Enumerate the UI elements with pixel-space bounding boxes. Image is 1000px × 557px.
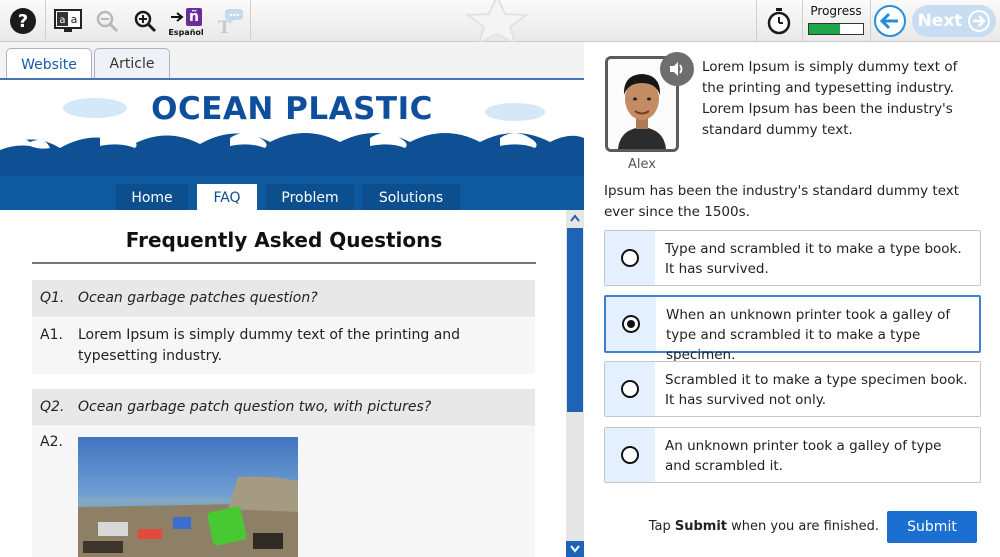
question-number: Q2.	[40, 399, 65, 415]
progress-fill	[809, 24, 841, 34]
translate-icon: ñ	[186, 7, 202, 26]
zoom-out-button[interactable]	[92, 0, 122, 41]
back-button[interactable]	[873, 0, 907, 41]
option-text: When an unknown printer took a galley of…	[666, 307, 951, 363]
nav-home[interactable]: Home	[116, 184, 188, 210]
timer-button[interactable]	[760, 0, 798, 41]
radio-cell	[605, 428, 655, 482]
tab-article[interactable]: Article	[94, 48, 170, 79]
radio-cell	[606, 297, 656, 351]
submit-button[interactable]: Submit	[887, 511, 977, 543]
espanol-button[interactable]: ñ Español	[166, 0, 206, 41]
faq-question: Q1. Ocean garbage patches question?	[32, 280, 535, 317]
question-text: Ocean garbage patches question?	[78, 290, 318, 306]
toolbar: ? aa ñ Español T Progress Next	[0, 0, 1000, 44]
radio-cell	[605, 231, 655, 285]
hint-bold: Submit	[674, 519, 728, 534]
faq-answer: A2.	[32, 427, 535, 557]
answer-option[interactable]: Type and scrambled it to make a type boo…	[604, 230, 981, 286]
svg-text:a: a	[59, 15, 65, 26]
text-chat-icon: T	[218, 8, 243, 36]
radio-button[interactable]	[621, 446, 639, 464]
hint-suffix: when you are finished.	[727, 519, 879, 534]
avatar-name: Alex	[628, 157, 656, 172]
question-pane: Alex Lorem Ipsum is simply dummy text of…	[584, 42, 1000, 557]
submit-hint: Tap Submit when you are finished.	[604, 519, 879, 534]
espanol-label: Español	[168, 27, 204, 37]
next-label: Next	[917, 11, 963, 31]
option-text: An unknown printer took a galley of type…	[665, 438, 942, 474]
svg-text:?: ?	[18, 11, 28, 32]
tab-website[interactable]: Website	[6, 48, 92, 80]
question-prompt: Ipsum has been the industry's standard d…	[604, 183, 960, 220]
hint-prefix: Tap	[648, 519, 675, 534]
speaker-icon	[670, 62, 683, 76]
nav-faq[interactable]: FAQ	[197, 184, 257, 210]
help-button[interactable]: ?	[6, 0, 40, 41]
source-tabs: Website Article	[0, 42, 584, 80]
speech-text: Lorem Ipsum is simply dummy text of the …	[702, 59, 958, 138]
chevron-up-icon	[570, 214, 580, 222]
play-audio-button[interactable]	[660, 52, 694, 86]
progress-indicator: Progress	[806, 4, 866, 38]
radio-button[interactable]	[621, 249, 639, 267]
scroll-up-button[interactable]	[566, 210, 584, 226]
timer-icon	[767, 7, 791, 34]
option-text: Scrambled it to make a type specimen boo…	[665, 372, 968, 408]
answer-number: A1.	[40, 327, 63, 343]
site-header: OCEAN PLASTIC Home FAQ Problem Solutions	[0, 78, 584, 210]
faq-heading: Frequently Asked Questions	[125, 228, 443, 252]
star-watermark-icon	[465, 0, 529, 44]
option-text: Type and scrambled it to make a type boo…	[665, 241, 962, 277]
site-title: OCEAN PLASTIC	[151, 91, 433, 127]
progress-label: Progress	[810, 4, 862, 18]
answer-option[interactable]: Scrambled it to make a type specimen boo…	[604, 361, 981, 417]
text-reader-button[interactable]: aa	[52, 0, 86, 41]
scroll-down-button[interactable]	[566, 541, 584, 557]
text-chat-button[interactable]: T	[212, 0, 246, 41]
translate-arrow-icon	[171, 11, 184, 22]
faq-question: Q2. Ocean garbage patch question two, wi…	[32, 389, 535, 426]
radio-button[interactable]	[622, 315, 640, 333]
question-text: Ocean garbage patch question two, with p…	[78, 399, 432, 415]
zoom-out-icon	[96, 10, 119, 32]
faq-content: Frequently Asked Questions Q1. Ocean gar…	[0, 210, 566, 557]
beach-plastic-photo	[78, 437, 298, 557]
faq-answer: A1. Lorem Ipsum is simply dummy text of …	[32, 318, 535, 374]
next-button[interactable]: Next	[912, 5, 996, 37]
answer-number: A2.	[40, 434, 63, 450]
nav-solutions[interactable]: Solutions	[362, 184, 460, 210]
help-icon: ?	[10, 7, 36, 34]
zoom-in-button[interactable]	[130, 0, 160, 41]
question-number: Q1.	[40, 290, 65, 306]
divider	[32, 262, 536, 264]
answer-option[interactable]: An unknown printer took a galley of type…	[604, 427, 981, 483]
answer-text: Lorem Ipsum is simply dummy text of the …	[78, 327, 461, 364]
answer-option-selected[interactable]: When an unknown printer took a galley of…	[604, 295, 981, 363]
source-pane: Website Article OCEAN PLASTIC Home FAQ P…	[0, 42, 584, 557]
text-reader-icon: aa	[54, 8, 82, 32]
radio-button[interactable]	[621, 380, 639, 398]
radio-selected-dot	[627, 320, 635, 328]
radio-cell	[605, 362, 655, 416]
back-arrow-icon	[874, 4, 906, 37]
scroll-thumb[interactable]	[567, 228, 583, 412]
chevron-down-icon	[570, 545, 580, 553]
nav-problem[interactable]: Problem	[266, 184, 354, 210]
zoom-in-icon	[134, 10, 157, 32]
scrollbar[interactable]	[566, 210, 584, 557]
progress-bar	[808, 23, 864, 35]
svg-text:T: T	[218, 18, 231, 36]
next-arrow-icon	[968, 10, 991, 32]
svg-text:a: a	[71, 13, 78, 26]
